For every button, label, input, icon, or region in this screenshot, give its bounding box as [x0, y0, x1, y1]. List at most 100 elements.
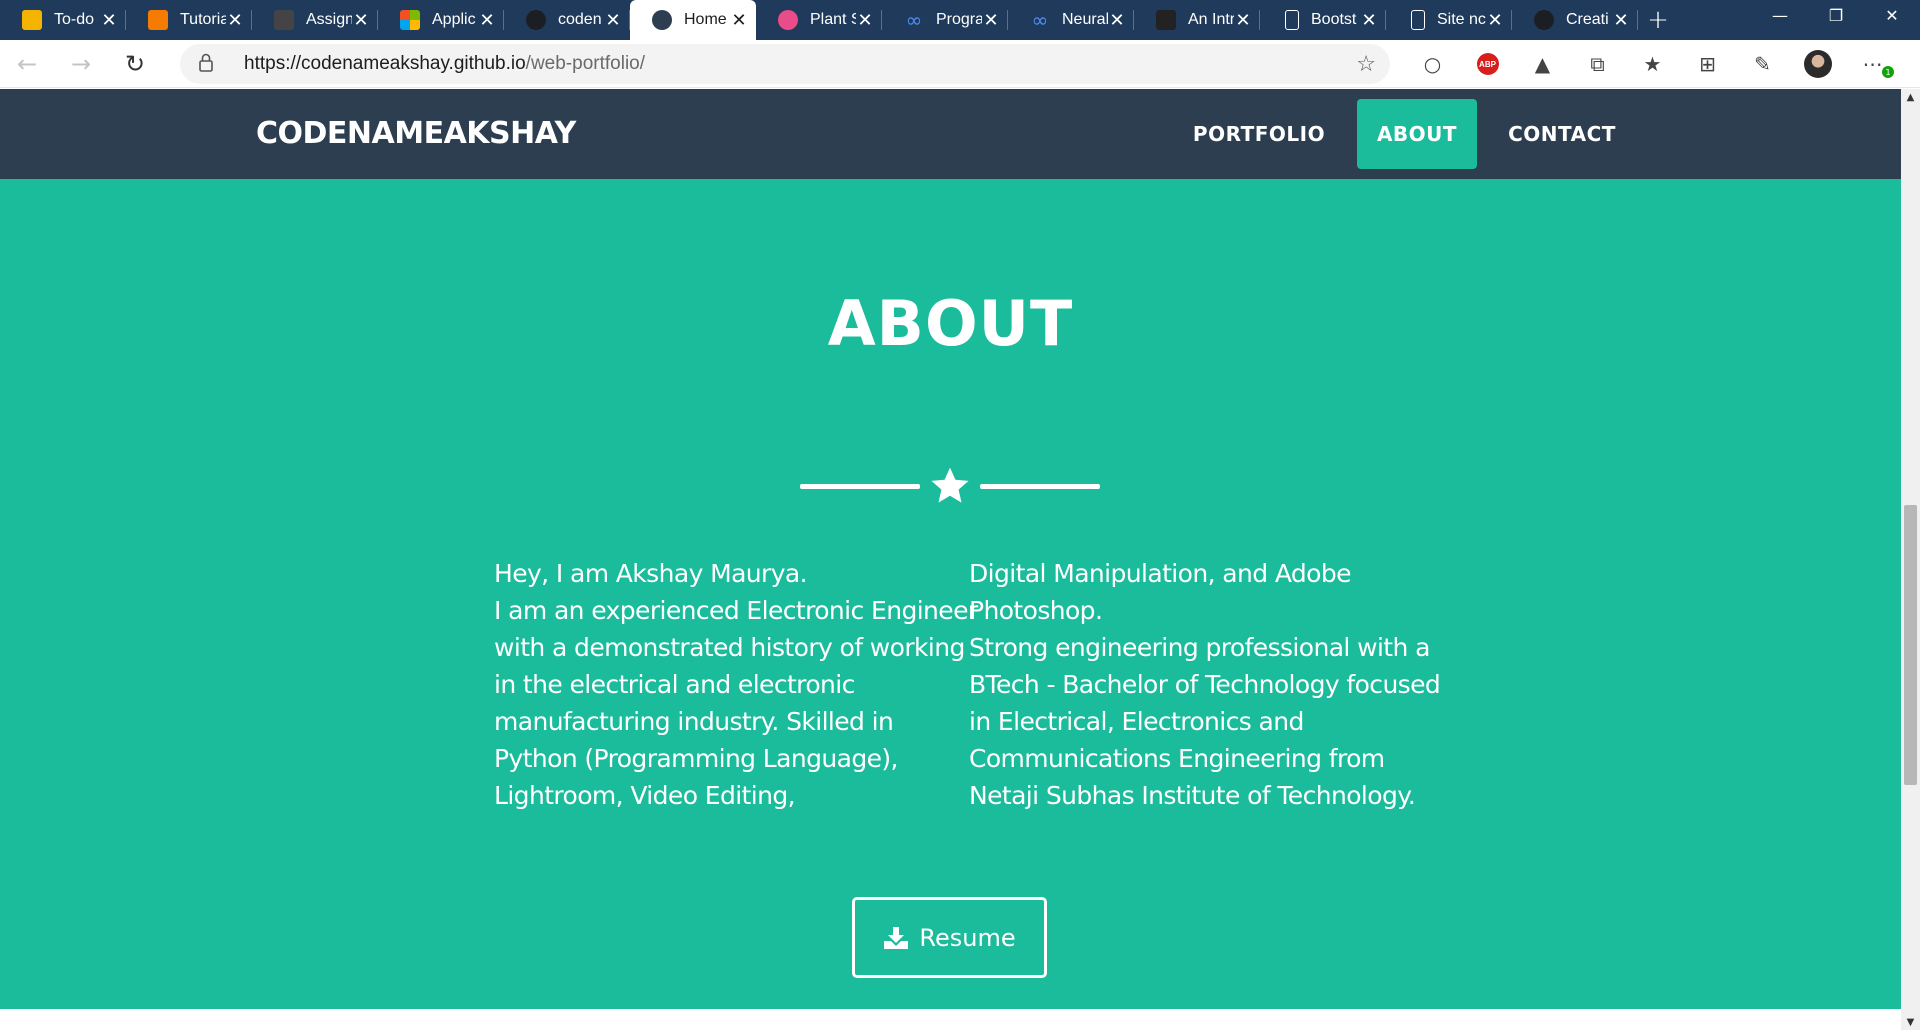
tab-title: Plant S [810, 11, 856, 28]
next-section-edge [0, 1009, 1901, 1030]
browser-tab[interactable]: ∞ Progra ✕ [882, 0, 1008, 40]
window-controls: — ❐ ✕ [1752, 0, 1920, 30]
tab-close-icon[interactable]: ✕ [856, 10, 874, 31]
terminal-icon [1156, 10, 1176, 30]
scrollbar-thumb[interactable] [1904, 505, 1917, 785]
url-host: https://codenameakshay.github.io [244, 53, 526, 74]
tab-close-icon[interactable]: ✕ [478, 10, 496, 31]
tab-close-icon[interactable]: ✕ [1234, 10, 1252, 31]
browser-tab-bar: To-do ✕ Tutoria ✕ Assign ✕ Applic ✕ coden ✕ Home ✕ P… [0, 0, 1920, 40]
new-tab-button[interactable]: + [1638, 0, 1678, 40]
browser-tab[interactable]: Plant S✕ [756, 0, 882, 40]
tab-title: Site nc [1437, 11, 1486, 28]
tab-close-icon[interactable]: ✕ [1486, 10, 1504, 31]
tab-close-icon[interactable]: ✕ [100, 10, 118, 31]
download-icon [884, 926, 909, 949]
about-heading: ABOUT [827, 287, 1074, 360]
tab-close-icon[interactable]: ✕ [1612, 10, 1630, 31]
about-left-line: in the electrical and electronic [494, 670, 855, 699]
scroll-down-arrow-icon[interactable]: ▼ [1901, 1014, 1920, 1030]
abp-badge: ABP [1476, 53, 1499, 75]
forward-arrow-icon: → [70, 49, 92, 78]
back-button[interactable]: ← [0, 40, 54, 88]
about-text-right: Digital Manipulation, and Adobe Photosho… [969, 555, 1441, 814]
browser-tab[interactable]: An Intr ✕ [1134, 0, 1260, 40]
feedback-icon[interactable]: ✎ [1735, 40, 1790, 88]
favorite-star-icon[interactable]: ☆ [1356, 52, 1376, 77]
profile-avatar[interactable] [1790, 40, 1845, 88]
browser-tab[interactable]: Site nc ✕ [1386, 0, 1512, 40]
site-brand[interactable]: CODENAMEAKSHAY [256, 116, 576, 151]
resume-download-button[interactable]: Resume [852, 897, 1047, 978]
tab-title: An Intr [1188, 11, 1234, 28]
back-arrow-icon: ← [16, 49, 38, 78]
restore-button[interactable]: ❐ [1808, 0, 1864, 30]
star-icon [931, 467, 969, 503]
about-left-line: I am an experienced Electronic Engineer [494, 596, 978, 625]
circle-extension-icon[interactable]: ○ [1405, 40, 1460, 88]
lock-icon [198, 52, 220, 77]
browser-tab[interactable]: Tutoria ✕ [126, 0, 252, 40]
browser-tab[interactable]: Applic ✕ [378, 0, 504, 40]
page-scrollbar[interactable]: ▲ ▼ [1901, 89, 1920, 1030]
site-navbar: CODENAMEAKSHAY PORTFOLIO ABOUT CONTACT [0, 89, 1901, 179]
about-right-line: in Electrical, Electronics and [969, 707, 1304, 736]
about-text-left: Hey, I am Akshay Maurya. I am an experie… [494, 555, 978, 814]
about-section: ABOUT Hey, I am Akshay Maurya. I am an e… [0, 179, 1901, 1009]
minimize-button[interactable]: — [1752, 0, 1808, 30]
nav-portfolio-link[interactable]: PORTFOLIO [1178, 99, 1340, 169]
browser-tab[interactable]: To-do ✕ [0, 0, 126, 40]
browser-tab[interactable]: Home ✕ [630, 0, 756, 40]
browser-tab[interactable]: coden ✕ [504, 0, 630, 40]
tab-close-icon[interactable]: ✕ [604, 10, 622, 31]
about-right-line: Strong engineering professional with a [969, 633, 1430, 662]
tab-close-icon[interactable]: ✕ [982, 10, 1000, 31]
about-right-line: Photoshop. [969, 596, 1103, 625]
about-right-line: Netaji Subhas Institute of Technology. [969, 781, 1416, 810]
about-left-line: Python (Programming Language), [494, 744, 898, 773]
address-bar[interactable]: https://codenameakshay.github.io/web-por… [180, 44, 1390, 84]
tab-title: To-do [54, 11, 95, 28]
tab-title: Creati [1566, 11, 1609, 28]
portfolio-site: CODENAMEAKSHAY PORTFOLIO ABOUT CONTACT A… [0, 89, 1901, 1030]
settings-more-button[interactable]: ⋯ 1 [1845, 40, 1900, 88]
about-right-line: Digital Manipulation, and Adobe [969, 559, 1352, 588]
browser-toolbar: ← → ↻ https://codenameakshay.github.io/w… [0, 40, 1920, 88]
tab-close-icon[interactable]: ✕ [352, 10, 370, 31]
about-right-line: BTech - Bachelor of Technology focused [969, 670, 1441, 699]
google-classroom-icon [148, 10, 168, 30]
extension-hat-icon[interactable]: ▲ [1515, 40, 1570, 88]
url-text[interactable]: https://codenameakshay.github.io/web-por… [244, 53, 645, 75]
tab-close-icon[interactable]: ✕ [1108, 10, 1126, 31]
nav-about-link[interactable]: ABOUT [1357, 99, 1477, 169]
tab-close-icon[interactable]: ✕ [1360, 10, 1378, 31]
page-icon [1411, 10, 1425, 30]
nav-contact-link[interactable]: CONTACT [1492, 99, 1632, 169]
favorites-icon[interactable]: ★ [1625, 40, 1680, 88]
google-classroom-icon [22, 10, 42, 30]
browser-tab[interactable]: Creati ✕ [1512, 0, 1638, 40]
microsoft-icon [400, 10, 420, 30]
tab-title: Home [684, 11, 727, 28]
tab-close-icon[interactable]: ✕ [226, 10, 244, 31]
coursera-icon: ∞ [905, 8, 923, 32]
extension-copy-icon[interactable]: ⧉ [1570, 40, 1625, 88]
browser-tab[interactable]: Bootst ✕ [1260, 0, 1386, 40]
google-classroom-icon [274, 10, 294, 30]
browser-tab[interactable]: Assign ✕ [252, 0, 378, 40]
collections-icon[interactable]: ⊞ [1680, 40, 1735, 88]
tab-close-icon[interactable]: ✕ [730, 10, 748, 31]
close-window-button[interactable]: ✕ [1864, 0, 1920, 30]
browser-tab[interactable]: ∞ Neural ✕ [1008, 0, 1134, 40]
divider-line-left [800, 484, 920, 489]
adblock-plus-icon[interactable]: ABP [1460, 40, 1515, 88]
refresh-button[interactable]: ↻ [108, 40, 162, 88]
tab-title: coden [558, 11, 602, 28]
forward-button[interactable]: → [54, 40, 108, 88]
coursera-icon: ∞ [1031, 8, 1049, 32]
tab-title: Assign [306, 11, 352, 28]
tab-title: Neural [1062, 11, 1108, 28]
about-left-line: Hey, I am Akshay Maurya. [494, 559, 808, 588]
scroll-up-arrow-icon[interactable]: ▲ [1901, 89, 1920, 105]
site-favicon-icon [652, 10, 672, 30]
